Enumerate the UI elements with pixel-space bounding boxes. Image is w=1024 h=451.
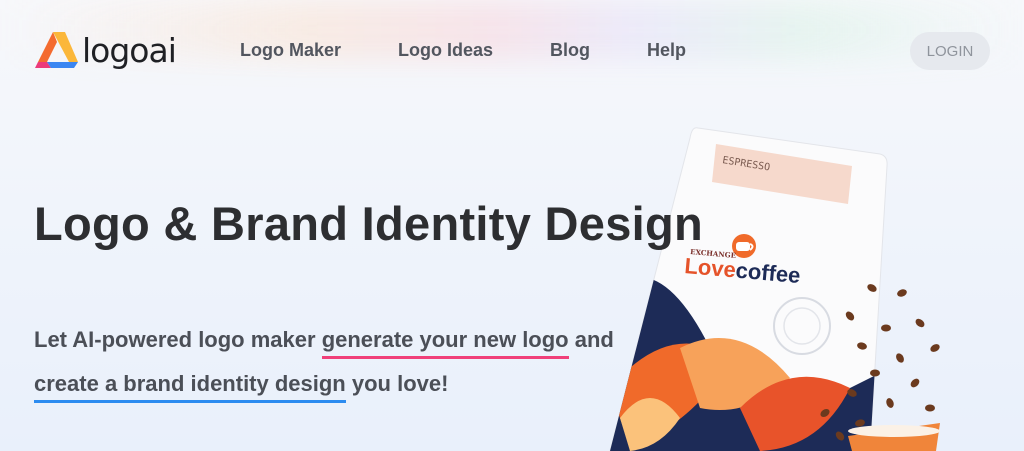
logoai-mark-icon: [35, 32, 78, 68]
nav-logo-maker[interactable]: Logo Maker: [240, 40, 341, 61]
hero-title: Logo & Brand Identity Design: [34, 197, 704, 250]
login-button[interactable]: LOGIN: [910, 32, 990, 70]
brand-name: logoai: [82, 30, 177, 70]
hero-subtitle: Let AI-powered logo maker generate your …: [34, 318, 674, 406]
brand-logo[interactable]: logoai: [34, 28, 177, 72]
subtitle-text-2: and: [568, 327, 614, 352]
subtitle-highlight-pink: generate your new logo: [321, 327, 569, 359]
nav-help[interactable]: Help: [647, 40, 686, 61]
header: logoai Logo Maker Logo Ideas Blog Help L…: [0, 0, 1024, 100]
subtitle-text-1: Let AI-powered logo maker: [34, 327, 322, 352]
bag-brand-love: Love: [684, 253, 737, 282]
main-nav: Logo Maker Logo Ideas Blog Help: [240, 40, 743, 61]
nav-blog[interactable]: Blog: [550, 40, 590, 61]
nav-logo-ideas[interactable]: Logo Ideas: [398, 40, 493, 61]
subtitle-highlight-blue: create a brand identity design: [34, 371, 346, 403]
subtitle-text-3: you love!: [345, 371, 449, 396]
